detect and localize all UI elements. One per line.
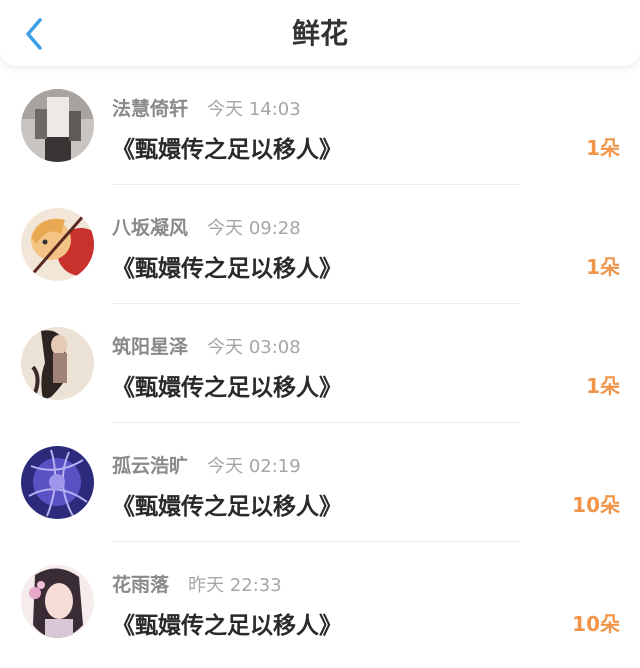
- gift-time: 今天 09:28: [207, 218, 301, 239]
- gift-time: 昨天 22:33: [188, 575, 282, 596]
- sender-name[interactable]: 花雨落: [112, 574, 169, 596]
- avatar[interactable]: [21, 89, 94, 162]
- sender-name[interactable]: 筑阳星泽: [112, 336, 188, 358]
- list-item[interactable]: 孤云浩旷 今天 02:19 《甄嬛传之足以移人》 10朵: [0, 423, 640, 542]
- flower-count: 1朵: [586, 255, 620, 279]
- work-title[interactable]: 《甄嬛传之足以移人》: [112, 249, 342, 283]
- gift-meta: 花雨落 昨天 22:33: [112, 570, 282, 596]
- gift-meta: 孤云浩旷 今天 02:19: [112, 451, 301, 477]
- gift-time: 今天 14:03: [207, 99, 301, 120]
- sender-name[interactable]: 八坂凝风: [112, 217, 188, 239]
- avatar[interactable]: [21, 446, 94, 519]
- list-item[interactable]: 法慧倚轩 今天 14:03 《甄嬛传之足以移人》 1朵: [0, 66, 640, 185]
- work-title[interactable]: 《甄嬛传之足以移人》: [112, 368, 342, 402]
- work-title[interactable]: 《甄嬛传之足以移人》: [112, 606, 342, 640]
- gift-meta: 八坂凝风 今天 09:28: [112, 213, 301, 239]
- flower-count: 10朵: [572, 612, 620, 636]
- avatar[interactable]: [21, 565, 94, 638]
- flower-count: 1朵: [586, 374, 620, 398]
- flower-gift-list: 法慧倚轩 今天 14:03 《甄嬛传之足以移人》 1朵 八坂凝风 今天 09:2…: [0, 66, 640, 661]
- flower-count: 10朵: [572, 493, 620, 517]
- work-title[interactable]: 《甄嬛传之足以移人》: [112, 130, 342, 164]
- sender-name[interactable]: 法慧倚轩: [112, 98, 188, 120]
- sender-name[interactable]: 孤云浩旷: [112, 455, 188, 477]
- top-nav-bar: 鲜花: [0, 0, 640, 66]
- gift-time: 今天 03:08: [207, 337, 301, 358]
- avatar[interactable]: [21, 208, 94, 281]
- page-title: 鲜花: [291, 17, 348, 50]
- list-item[interactable]: 花雨落 昨天 22:33 《甄嬛传之足以移人》 10朵: [0, 542, 640, 661]
- flower-count: 1朵: [586, 136, 620, 160]
- gift-meta: 筑阳星泽 今天 03:08: [112, 332, 301, 358]
- avatar[interactable]: [21, 327, 94, 400]
- list-item[interactable]: 八坂凝风 今天 09:28 《甄嬛传之足以移人》 1朵: [0, 185, 640, 304]
- work-title[interactable]: 《甄嬛传之足以移人》: [112, 487, 342, 521]
- list-item[interactable]: 筑阳星泽 今天 03:08 《甄嬛传之足以移人》 1朵: [0, 304, 640, 423]
- gift-time: 今天 02:19: [207, 456, 301, 477]
- gift-meta: 法慧倚轩 今天 14:03: [112, 94, 301, 120]
